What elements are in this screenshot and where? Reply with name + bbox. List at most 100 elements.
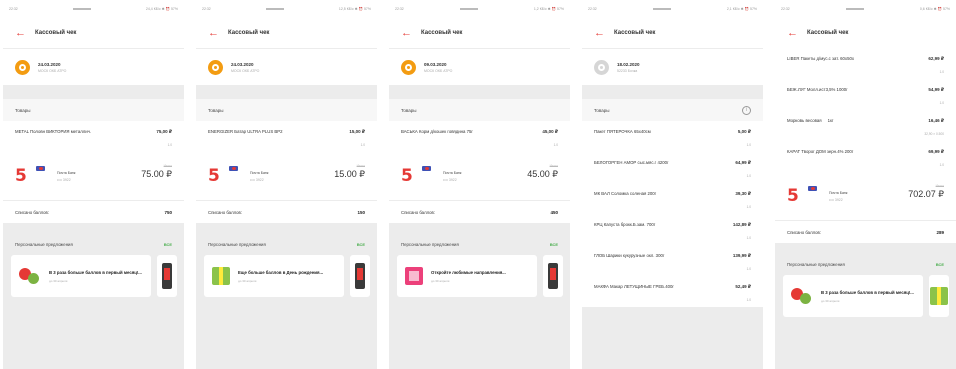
- payment-block: 5 Почта Банк •••• 3922 Итого 15.00 ₽: [196, 152, 377, 200]
- receipt-screen-5: 22:32 0,6 КБ/с ✱ ⏰ 57% ← Кассовый чек LI…: [775, 0, 956, 369]
- offers-all-link[interactable]: ВСЕ: [357, 242, 365, 247]
- payment-block: 5 Почта Банк •••• 3922 Итого 702.07 ₽: [775, 172, 956, 220]
- status-bar: 22:32 1,2 КБ/с ✱ ⏰ 57%: [389, 0, 570, 18]
- points-row: Списано баллов: 289: [775, 221, 956, 243]
- pyaterochka-logo-icon: 5: [208, 166, 220, 186]
- store-address: МОСК ОКБ АТРО: [231, 68, 260, 73]
- offers-all-link[interactable]: ВСЕ: [550, 242, 558, 247]
- item-name: МК ВАЛ Соломка соленая 200г: [594, 191, 657, 196]
- points-value: 150: [357, 209, 365, 215]
- offer-card[interactable]: Откройте любимые направления... до 30 ап…: [397, 255, 537, 297]
- item-price: 62,99 ₽: [928, 56, 944, 61]
- back-arrow-icon[interactable]: ←: [15, 27, 35, 39]
- app-bar: ← Кассовый чек: [3, 18, 184, 48]
- phone-icon: [548, 263, 558, 289]
- back-arrow-icon[interactable]: ←: [401, 27, 421, 39]
- status-bar: 22:32 2,1 КБ/с ✱ ⏰ 57%: [582, 0, 763, 18]
- list-item: METAL Половн ВИКТОРИЯ металлич. 75,00 ₽ …: [3, 121, 184, 152]
- item-name: ВАСЬКА Корм д/кошек говядина 75г: [401, 129, 473, 134]
- item-price: 39,30 ₽: [735, 191, 751, 196]
- payment-block: 5 Почта Банк •••• 3922 Итого 75.00 ₽: [3, 152, 184, 200]
- item-name: ГЛОБ Шарики кукурузные окл. 300г: [594, 253, 665, 258]
- goods-header: Товары: [3, 99, 184, 121]
- item-quantity: 32,90 × 0.500: [924, 132, 944, 136]
- page-title: Кассовый чек: [421, 30, 463, 36]
- status-indicator: [265, 8, 284, 10]
- card-icon: [808, 186, 817, 191]
- item-name: Морковь весовая: [787, 118, 822, 123]
- info-icon[interactable]: i: [742, 105, 751, 115]
- goods-label: Товары: [15, 107, 31, 113]
- back-arrow-icon[interactable]: ←: [208, 27, 228, 39]
- total-amount: 45.00 ₽: [527, 169, 558, 179]
- points-label: Списано баллов:: [15, 209, 50, 215]
- pyaterochka-logo-icon: 5: [787, 186, 799, 206]
- item-quantity: 1.0: [746, 205, 751, 209]
- item-name: БЕЖ.ЛУГ Молл.ист3,5% 1000г: [787, 87, 848, 92]
- list-item: ENERGIZER Батар ULTRA PLUS BP2 15,00 ₽ 1…: [196, 121, 377, 152]
- item-name: ENERGIZER Батар ULTRA PLUS BP2: [208, 129, 283, 134]
- list-item: БЕЛОГОРГЕН АМОР сыс.мяс.г 4200г 64,99 ₽ …: [582, 152, 763, 183]
- store-address: МОСК ОКБ АТРО: [38, 68, 67, 73]
- receipt-date: 18.02.2020: [617, 61, 640, 67]
- offer-until: до 30 апреля: [821, 298, 840, 303]
- card-icon: [229, 166, 238, 171]
- status-bar: 22:32 0,6 КБ/с ✱ ⏰ 57%: [775, 0, 956, 18]
- item-name: КРЦ Капуста брокк.Б.зам. 700г: [594, 222, 656, 227]
- goods-header: Товары i: [582, 99, 763, 121]
- sale-icon: [405, 267, 423, 285]
- list-item: КАРАТ Творог ДОМ зерн.4% 200г 69,99 ₽ 1.…: [775, 141, 956, 172]
- page-title: Кассовый чек: [614, 30, 656, 36]
- store-info: 18.02.2020 52233 Бочка: [582, 49, 763, 85]
- gift-icon: [212, 267, 230, 285]
- item-quantity: 1.0: [939, 163, 944, 167]
- offers-all-link[interactable]: ВСЕ: [936, 262, 944, 267]
- offer-card[interactable]: В 3 раза больше баллов в первый месяц!..…: [783, 275, 923, 317]
- status-indicator: [845, 8, 864, 10]
- offers-carousel[interactable]: Еще больше баллов в День рождения... до …: [196, 255, 377, 297]
- item-quantity: 1.0: [746, 298, 751, 302]
- offer-card-next[interactable]: [350, 255, 370, 297]
- offers-label: Персональные предложения: [787, 261, 845, 267]
- goods-list: Пакет ПЯТЕРОЧКА 65х40см 5,00 ₽ 1.0 БЕЛОГ…: [582, 121, 763, 307]
- offer-card-next[interactable]: [543, 255, 563, 297]
- page-title: Кассовый чек: [807, 30, 849, 36]
- points-label: Списано баллов:: [787, 229, 822, 235]
- pyaterochka-logo-icon: 5: [15, 166, 27, 186]
- offers-carousel[interactable]: В 3 раза больше баллов в первый месяц!..…: [775, 275, 956, 317]
- item-price: 45,00 ₽: [542, 129, 558, 134]
- status-indicator: [652, 8, 671, 10]
- item-quantity: 1.0: [553, 143, 558, 147]
- offers-label: Персональные предложения: [401, 241, 459, 247]
- back-arrow-icon[interactable]: ←: [594, 27, 614, 39]
- goods-list: LIBER Пакеты д/мус.с зат. 60х50х 62,99 ₽…: [775, 48, 956, 172]
- offer-card-next[interactable]: [929, 275, 949, 317]
- item-name: БЕЛОГОРГЕН АМОР сыс.мяс.г 4200г: [594, 160, 669, 165]
- points-row: Списано баллов: 450: [389, 201, 570, 223]
- store-logo-icon: [401, 59, 416, 75]
- offer-card[interactable]: Еще больше баллов в День рождения... до …: [204, 255, 344, 297]
- receipt-date: 24.03.2020: [231, 61, 254, 67]
- offers-all-link[interactable]: ВСЕ: [164, 242, 172, 247]
- back-arrow-icon[interactable]: ←: [787, 27, 807, 39]
- offers-carousel[interactable]: В 3 раза больше баллов в первый месяц!..…: [3, 255, 184, 297]
- offers-label: Персональные предложения: [15, 241, 73, 247]
- status-time: 22:32: [9, 7, 18, 11]
- bank-name: Почта Банк: [829, 190, 848, 195]
- app-bar: ← Кассовый чек: [775, 18, 956, 48]
- offer-card[interactable]: В 3 раза больше баллов в первый месяц!..…: [11, 255, 151, 297]
- total-amount: 15.00 ₽: [334, 169, 365, 179]
- list-item: МК ВАЛ Соломка соленая 200г 39,30 ₽ 1.0: [582, 183, 763, 214]
- status-bar: 22:32 24,4 КБ/с ✱ ⏰ 57%: [3, 0, 184, 18]
- offer-until: до 30 апреля: [49, 278, 68, 283]
- offers-carousel[interactable]: Откройте любимые направления... до 30 ап…: [389, 255, 570, 297]
- page-title: Кассовый чек: [228, 30, 270, 36]
- page-title: Кассовый чек: [35, 30, 77, 36]
- item-quantity: 1.0: [167, 143, 172, 147]
- offer-card-next[interactable]: [157, 255, 177, 297]
- total-label: Итого: [163, 164, 172, 168]
- list-item: Морковь весовая 1кг 16,46 ₽ 32,90 × 0.50…: [775, 110, 956, 141]
- status-time: 22:32: [395, 7, 404, 11]
- points-row: Списано баллов: 150: [196, 201, 377, 223]
- card-icon: [422, 166, 431, 171]
